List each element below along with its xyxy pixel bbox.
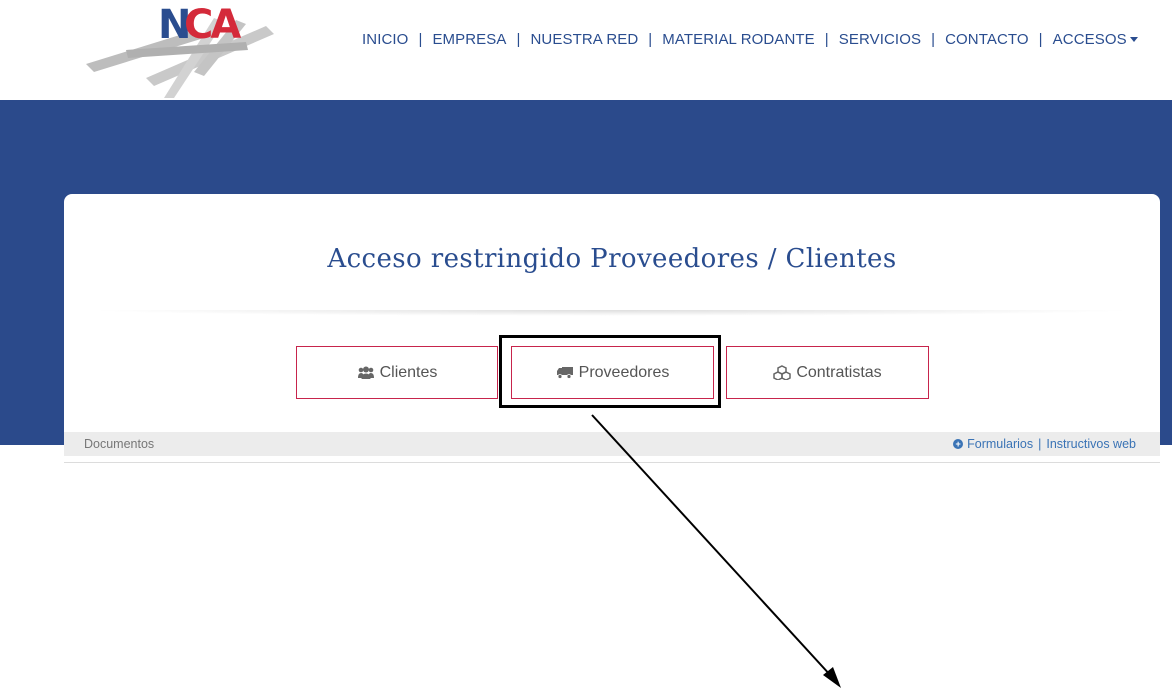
contratistas-button[interactable]: Contratistas xyxy=(726,346,929,399)
nav-nuestra-red[interactable]: NUESTRA RED xyxy=(531,31,639,48)
nav-contacto[interactable]: CONTACTO xyxy=(945,31,1029,48)
nav-separator: | xyxy=(418,30,423,48)
caret-down-icon xyxy=(1129,37,1138,43)
documents-bar: Documentos + Formularios | Instructivos … xyxy=(64,432,1160,456)
clientes-label: Clientes xyxy=(379,363,438,381)
svg-text:CA: CA xyxy=(184,2,241,48)
instructivos-web-link[interactable]: Instructivos web xyxy=(1046,437,1136,451)
contratistas-label: Contratistas xyxy=(796,363,882,381)
nav-separator: | xyxy=(824,30,829,48)
nav-material-rodante[interactable]: MATERIAL RODANTE xyxy=(662,31,814,48)
cubes-icon xyxy=(773,365,792,380)
nav-accesos-label: ACCESOS xyxy=(1052,30,1127,48)
site-header: N CA INICIO | EMPRESA | NUESTRA RED | MA… xyxy=(0,0,1172,100)
card-bottom-border xyxy=(64,462,1160,463)
plus-circle-icon: + xyxy=(953,439,964,449)
nav-separator: | xyxy=(516,30,521,48)
link-separator: | xyxy=(1038,437,1042,451)
users-icon xyxy=(357,366,375,380)
nav-accesos[interactable]: ACCESOS xyxy=(1053,31,1138,48)
nav-separator: | xyxy=(931,30,936,48)
annotation-highlight-box xyxy=(499,335,721,408)
main-nav: INICIO | EMPRESA | NUESTRA RED | MATERIA… xyxy=(362,28,1138,50)
nav-empresa[interactable]: EMPRESA xyxy=(432,31,506,48)
nav-separator: | xyxy=(1038,30,1043,48)
documents-links: + Formularios | Instructivos web xyxy=(953,437,1136,451)
page-title: Acceso restringido Proveedores / Cliente… xyxy=(327,244,897,274)
nav-servicios[interactable]: SERVICIOS xyxy=(839,31,921,48)
documents-label: Documentos xyxy=(84,437,155,451)
clientes-button[interactable]: Clientes xyxy=(296,346,498,399)
nav-separator: | xyxy=(648,30,653,48)
access-card: Acceso restringido Proveedores / Cliente… xyxy=(64,194,1160,456)
divider xyxy=(84,310,1140,316)
nav-inicio[interactable]: INICIO xyxy=(362,31,408,48)
nca-logo[interactable]: N CA xyxy=(86,2,286,98)
formularios-link[interactable]: Formularios xyxy=(967,437,1033,451)
